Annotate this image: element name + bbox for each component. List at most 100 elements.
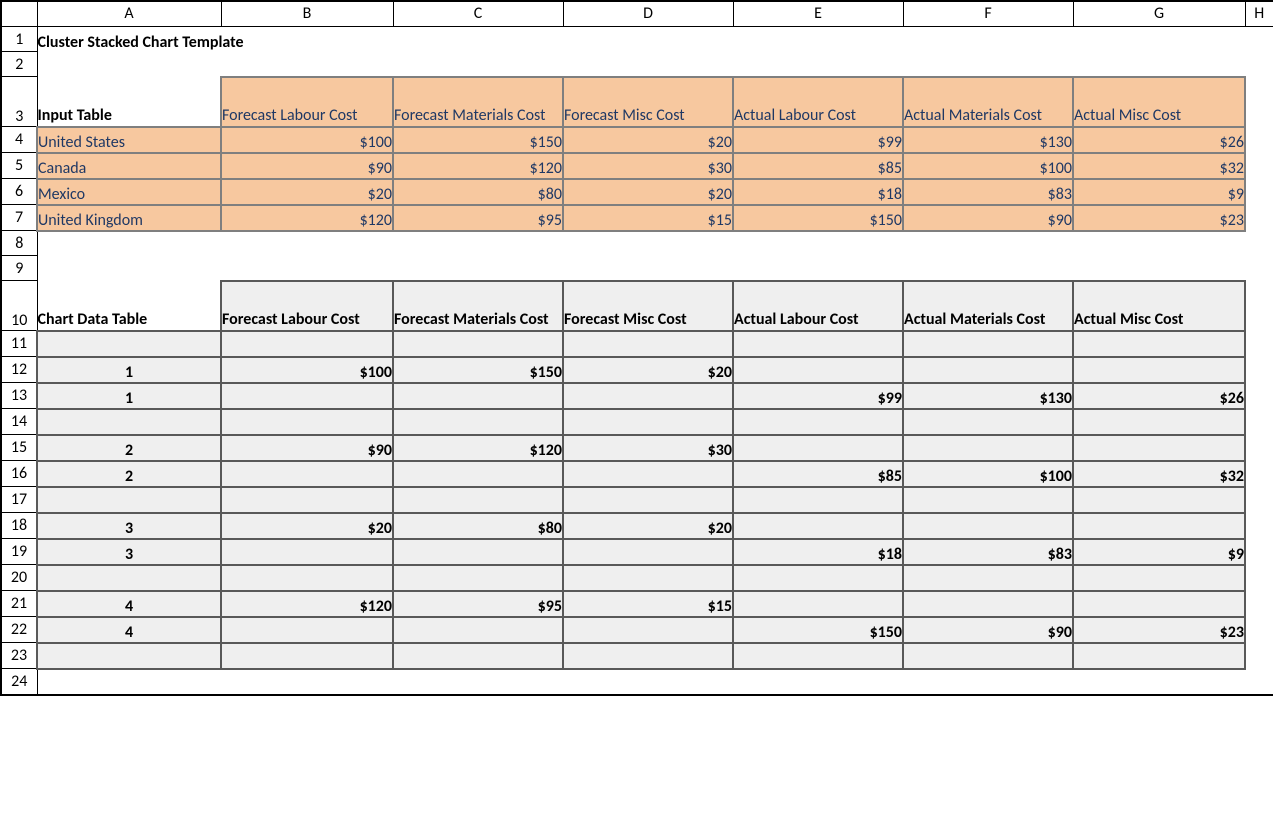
input-header[interactable]: Forecast Misc Cost [563,77,733,127]
input-row-name[interactable]: United States [37,127,221,153]
chart-value[interactable] [1073,487,1245,513]
input-header[interactable]: Actual Misc Cost [1073,77,1245,127]
cell[interactable] [733,256,903,281]
chart-value[interactable]: $100 [221,357,393,383]
chart-value[interactable]: $85 [733,461,903,487]
row-header-5[interactable]: 5 [1,153,37,179]
input-value[interactable]: $26 [1073,127,1245,153]
row-header-15[interactable]: 15 [1,435,37,461]
row-header-23[interactable]: 23 [1,643,37,669]
cell[interactable] [1245,487,1273,513]
input-value[interactable]: $120 [393,153,563,179]
chart-value[interactable] [221,409,393,435]
cell[interactable] [1245,435,1273,461]
chart-value[interactable] [1073,409,1245,435]
chart-row-idx[interactable]: 4 [37,617,221,643]
input-value[interactable]: $18 [733,179,903,205]
chart-value[interactable] [563,643,733,669]
input-row-name[interactable]: United Kingdom [37,205,221,231]
chart-header[interactable]: Actual Misc Cost [1073,281,1245,331]
chart-row-idx[interactable]: 1 [37,383,221,409]
cell[interactable] [1245,77,1273,127]
row-header-1[interactable]: 1 [1,27,37,52]
chart-value[interactable] [733,513,903,539]
chart-value[interactable]: $99 [733,383,903,409]
row-header-21[interactable]: 21 [1,591,37,617]
chart-header[interactable]: Forecast Materials Cost [393,281,563,331]
input-value[interactable]: $130 [903,127,1073,153]
input-table-label[interactable]: Input Table [37,77,221,127]
chart-value[interactable] [393,565,563,591]
cell[interactable] [37,231,221,256]
row-header-16[interactable]: 16 [1,461,37,487]
row-header-17[interactable]: 17 [1,487,37,513]
chart-value[interactable] [1073,357,1245,383]
cell[interactable] [393,231,563,256]
input-value[interactable]: $99 [733,127,903,153]
cell[interactable] [1245,281,1273,331]
input-value[interactable]: $90 [903,205,1073,231]
chart-value[interactable] [903,435,1073,461]
cell[interactable] [1245,617,1273,643]
chart-value[interactable] [221,643,393,669]
input-value[interactable]: $100 [221,127,393,153]
chart-value[interactable] [903,591,1073,617]
cell[interactable] [1073,231,1245,256]
cell[interactable] [37,52,221,77]
cell[interactable] [1073,256,1245,281]
row-header-3[interactable]: 3 [1,77,37,127]
chart-value[interactable] [1073,435,1245,461]
input-row-name[interactable]: Canada [37,153,221,179]
select-all-corner[interactable] [1,1,37,27]
col-header-A[interactable]: A [37,1,221,27]
col-header-C[interactable]: C [393,1,563,27]
row-header-20[interactable]: 20 [1,565,37,591]
col-header-G[interactable]: G [1073,1,1245,27]
chart-value[interactable] [221,565,393,591]
chart-value[interactable]: $20 [221,513,393,539]
input-value[interactable]: $9 [1073,179,1245,205]
chart-value[interactable] [1073,513,1245,539]
chart-value[interactable] [733,565,903,591]
col-header-E[interactable]: E [733,1,903,27]
col-header-D[interactable]: D [563,1,733,27]
input-value[interactable]: $120 [221,205,393,231]
col-header-H[interactable]: H [1245,1,1273,27]
chart-value[interactable]: $9 [1073,539,1245,565]
chart-row-idx[interactable] [37,331,221,357]
input-value[interactable]: $83 [903,179,1073,205]
input-value[interactable]: $150 [393,127,563,153]
row-header-8[interactable]: 8 [1,231,37,256]
row-header-24[interactable]: 24 [1,669,37,695]
chart-value[interactable] [1073,565,1245,591]
chart-value[interactable] [563,383,733,409]
cell[interactable] [733,231,903,256]
chart-value[interactable] [733,357,903,383]
input-header[interactable]: Forecast Labour Cost [221,77,393,127]
chart-value[interactable]: $150 [393,357,563,383]
input-header[interactable]: Actual Labour Cost [733,77,903,127]
chart-value[interactable] [903,643,1073,669]
cell[interactable] [1245,643,1273,669]
chart-value[interactable] [221,331,393,357]
cell[interactable] [37,256,221,281]
cell[interactable] [37,669,221,695]
cell[interactable] [563,256,733,281]
cell[interactable] [1245,205,1273,231]
row-header-19[interactable]: 19 [1,539,37,565]
chart-header[interactable]: Forecast Misc Cost [563,281,733,331]
cell[interactable] [1245,591,1273,617]
chart-value[interactable]: $95 [393,591,563,617]
chart-row-idx[interactable]: 4 [37,591,221,617]
cell[interactable] [1245,539,1273,565]
chart-value[interactable]: $80 [393,513,563,539]
chart-value[interactable] [563,617,733,643]
chart-value[interactable]: $15 [563,591,733,617]
cell[interactable] [1073,669,1245,695]
chart-row-idx[interactable]: 3 [37,513,221,539]
row-header-7[interactable]: 7 [1,205,37,231]
input-row-name[interactable]: Mexico [37,179,221,205]
row-header-22[interactable]: 22 [1,617,37,643]
input-value[interactable]: $85 [733,153,903,179]
cell[interactable] [221,231,393,256]
